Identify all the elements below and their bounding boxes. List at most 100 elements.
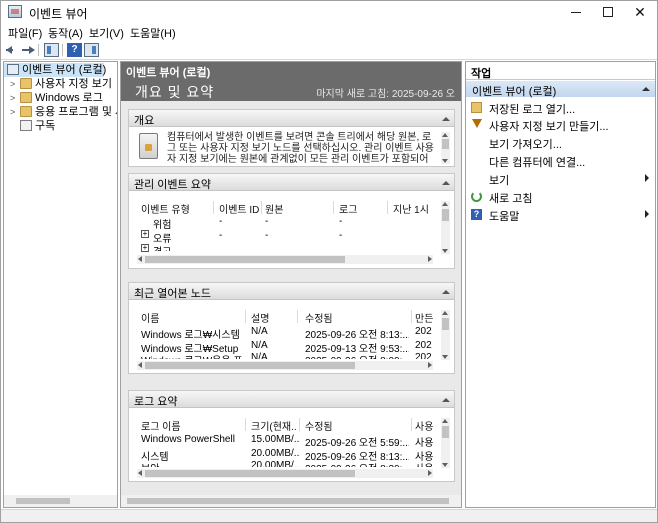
actions-group-header[interactable]: 이벤트 뷰어 (로컬) xyxy=(466,81,655,98)
column-divider[interactable] xyxy=(411,418,412,431)
log-summary-section-header[interactable]: 로그 요약 xyxy=(129,391,454,408)
section-title: 개요 xyxy=(134,115,155,127)
scroll-down-icon[interactable] xyxy=(442,159,448,163)
action-import-view[interactable]: 보기 가져오기... xyxy=(466,134,655,151)
scrollbar-thumb[interactable] xyxy=(127,498,449,504)
recent-nodes-section-header[interactable]: 최근 열어본 노드 xyxy=(129,283,454,300)
scroll-right-icon[interactable] xyxy=(428,362,432,368)
column-divider[interactable] xyxy=(411,310,412,323)
menu-view[interactable]: 보기(V) xyxy=(89,25,124,41)
scrollbar-thumb[interactable] xyxy=(442,426,449,438)
admin-events-section-header[interactable]: 관리 이벤트 요약 xyxy=(129,174,454,191)
scroll-up-icon[interactable] xyxy=(442,202,448,206)
scrollbar-thumb[interactable] xyxy=(145,362,355,369)
scroll-up-icon[interactable] xyxy=(442,311,448,315)
overview-vertical-scrollbar[interactable] xyxy=(441,132,450,164)
scroll-up-icon[interactable] xyxy=(442,419,448,423)
scroll-left-icon[interactable] xyxy=(138,256,142,262)
tree-item-windows-logs[interactable]: > Windows 로그 xyxy=(4,91,117,105)
log-summary-horizontal-scrollbar[interactable] xyxy=(137,469,433,478)
collapse-caret-icon[interactable] xyxy=(442,117,450,121)
scrollbar-thumb[interactable] xyxy=(145,256,345,263)
tree-item-app-service-logs[interactable]: > 응용 프로그램 및 서비스 로그 xyxy=(4,105,117,119)
expand-chevron-icon[interactable]: > xyxy=(10,77,18,91)
scroll-right-icon[interactable] xyxy=(428,470,432,476)
minimize-button[interactable] xyxy=(559,1,593,23)
tree-item-root[interactable]: 이벤트 뷰어 (로컬) xyxy=(4,63,106,77)
action-help[interactable]: ? 도움말 xyxy=(466,206,655,223)
column-header[interactable]: 로그 이름 xyxy=(141,418,241,433)
column-divider[interactable] xyxy=(261,201,262,214)
table-cell: 2025-09-26 오전 8:00:... xyxy=(305,352,409,359)
scroll-left-icon[interactable] xyxy=(138,470,142,476)
column-header[interactable]: 크기(현재... xyxy=(251,418,297,433)
expand-plus-icon[interactable]: + xyxy=(141,230,149,238)
show-hide-console-tree-icon[interactable] xyxy=(44,43,59,57)
expand-plus-icon[interactable]: + xyxy=(141,244,149,252)
collapse-caret-icon[interactable] xyxy=(442,290,450,294)
table-cell: N/A xyxy=(251,326,268,337)
scrollbar-thumb[interactable] xyxy=(442,318,449,330)
column-divider[interactable] xyxy=(297,310,298,323)
collapse-caret-icon[interactable] xyxy=(642,87,650,91)
table-cell: - xyxy=(265,216,269,227)
help-icon[interactable]: ? xyxy=(67,43,82,57)
scrollbar-thumb[interactable] xyxy=(16,498,70,504)
column-header[interactable]: 수정됨 xyxy=(305,310,405,325)
menu-action[interactable]: 동작(A) xyxy=(48,25,83,41)
log-summary-table: 로그 이름 크기(현재... 수정됨 사용 Windows PowerShell… xyxy=(137,418,433,467)
menu-file[interactable]: 파일(F) xyxy=(8,25,42,41)
column-divider[interactable] xyxy=(245,418,246,431)
column-divider[interactable] xyxy=(245,310,246,323)
collapse-caret-icon[interactable] xyxy=(442,398,450,402)
scroll-left-icon[interactable] xyxy=(138,362,142,368)
tree-horizontal-scrollbar[interactable] xyxy=(4,495,117,507)
column-header[interactable]: 만든 xyxy=(415,310,433,325)
close-button[interactable]: ✕ xyxy=(623,1,657,23)
expand-chevron-icon[interactable]: > xyxy=(10,91,18,105)
column-header[interactable]: 수정됨 xyxy=(305,418,405,433)
recent-nodes-horizontal-scrollbar[interactable] xyxy=(137,361,433,370)
column-header[interactable]: 로그 xyxy=(339,201,383,216)
tree-item-subscriptions[interactable]: 구독 xyxy=(4,119,117,133)
column-header[interactable]: 이름 xyxy=(141,310,241,325)
table-cell: 사용 xyxy=(415,460,433,467)
recent-nodes-vertical-scrollbar[interactable] xyxy=(441,310,450,360)
center-horizontal-scrollbar[interactable] xyxy=(121,495,461,507)
scroll-right-icon[interactable] xyxy=(428,256,432,262)
action-refresh[interactable]: 새로 고침 xyxy=(466,188,655,205)
action-create-custom-view[interactable]: 사용자 지정 보기 만들기... xyxy=(466,116,655,133)
tree-item-custom-views[interactable]: > 사용자 지정 보기 xyxy=(4,77,117,91)
column-header[interactable]: 사용 xyxy=(415,418,433,433)
action-open-saved-log[interactable]: 저장된 로그 열기... xyxy=(466,99,655,116)
column-header[interactable]: 원본 xyxy=(265,201,315,216)
maximize-button[interactable] xyxy=(591,1,625,23)
expand-chevron-icon[interactable]: > xyxy=(10,105,18,119)
column-header[interactable]: 이벤트 ID xyxy=(219,201,263,216)
scrollbar-thumb[interactable] xyxy=(442,139,449,149)
scroll-down-icon[interactable] xyxy=(442,249,448,253)
scroll-down-icon[interactable] xyxy=(442,355,448,359)
column-divider[interactable] xyxy=(299,418,300,431)
scrollbar-thumb[interactable] xyxy=(442,209,449,221)
menu-help[interactable]: 도움말(H) xyxy=(130,25,176,41)
column-header[interactable]: 설명 xyxy=(251,310,291,325)
scroll-down-icon[interactable] xyxy=(442,463,448,467)
admin-events-vertical-scrollbar[interactable] xyxy=(441,201,450,254)
show-hide-action-pane-icon[interactable] xyxy=(84,43,99,57)
column-divider[interactable] xyxy=(213,201,214,214)
column-header[interactable]: 이벤트 유형 xyxy=(141,201,211,216)
column-divider[interactable] xyxy=(333,201,334,214)
column-divider[interactable] xyxy=(387,201,388,214)
overview-section-header[interactable]: 개요 xyxy=(129,110,454,127)
action-connect-other-computer[interactable]: 다른 컴퓨터에 연결... xyxy=(466,152,655,169)
log-summary-vertical-scrollbar[interactable] xyxy=(441,418,450,468)
admin-events-horizontal-scrollbar[interactable] xyxy=(137,255,433,264)
forward-button[interactable] xyxy=(21,43,36,57)
action-view[interactable]: 보기 xyxy=(466,170,655,187)
collapse-caret-icon[interactable] xyxy=(442,181,450,185)
scroll-up-icon[interactable] xyxy=(442,133,448,137)
scrollbar-thumb[interactable] xyxy=(145,470,355,477)
column-header[interactable]: 지난 1시 xyxy=(393,201,433,216)
back-button[interactable] xyxy=(5,43,20,57)
